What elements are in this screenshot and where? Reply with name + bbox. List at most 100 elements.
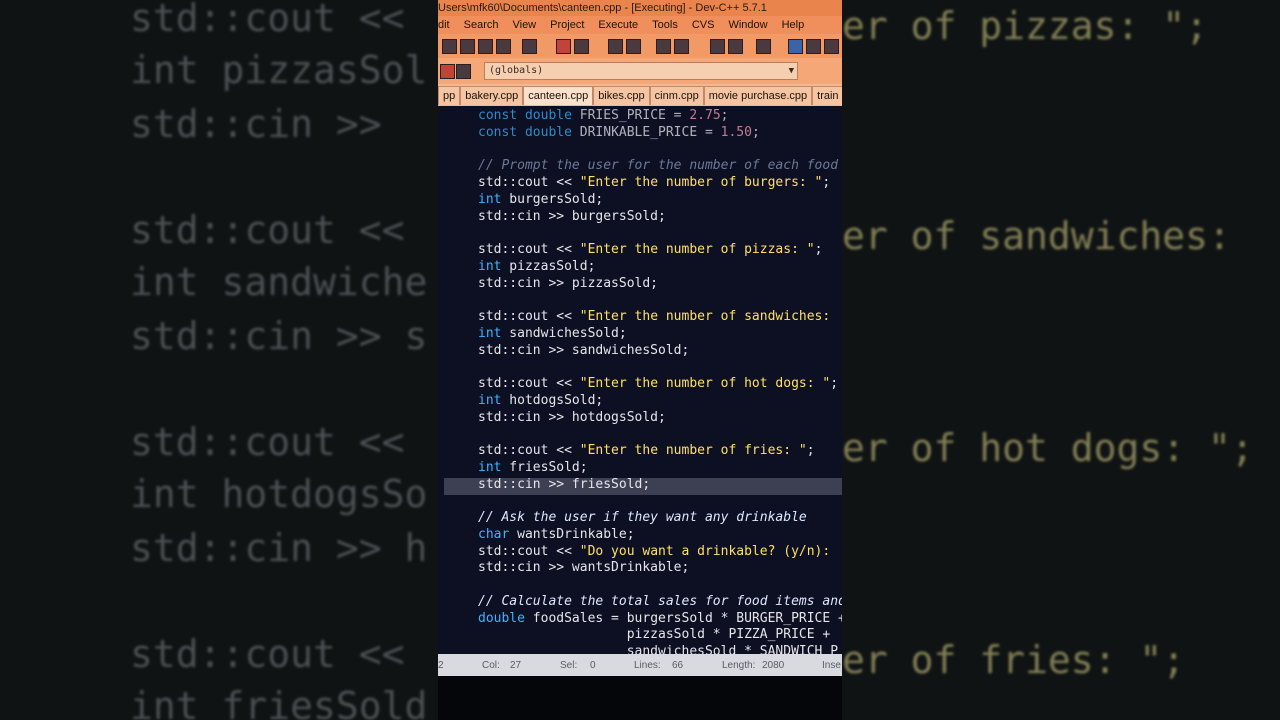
code-line: std::cout << "Do you want a drinkable? (… (478, 543, 839, 559)
replace-icon[interactable] (626, 39, 641, 54)
status-sel-label: Sel: (560, 660, 578, 671)
menu-project[interactable]: Project (550, 19, 584, 31)
bg-line: std::cin >> (130, 102, 405, 146)
code-line: int burgersSold; (478, 191, 604, 207)
bg-line: er of fries: "; (842, 638, 1186, 682)
menu-window[interactable]: Window (728, 19, 767, 31)
code-line: int sandwichesSold; (478, 325, 627, 341)
bg-line: int hotdogsSo (130, 472, 428, 516)
tab-bikes[interactable]: bikes.cpp (593, 86, 650, 105)
bg-line: std::cout << (130, 208, 405, 252)
status-sel: 0 (590, 660, 596, 671)
code-editor[interactable]: const double FRIES_PRICE = 2.75; const do… (438, 106, 842, 654)
tab-movie-purchase[interactable]: movie purchase.cpp (703, 86, 813, 105)
search-icon[interactable] (608, 39, 623, 54)
background-code-right: er of pizzas: "; er of sandwiches: er of… (842, 0, 1280, 720)
code-line: const double DRINKABLE_PRICE = 1.50; (478, 124, 760, 140)
indent-icon[interactable] (656, 39, 671, 54)
status-insert-mode: Inse (822, 660, 841, 671)
bg-line: int pizzasSol (130, 48, 428, 92)
code-line: int pizzasSold; (478, 258, 596, 274)
code-line: sandwichesSold * SANDWICH_P (478, 644, 839, 654)
globals-value: (globals) (489, 65, 544, 76)
globals-dropdown[interactable]: (globals) ▼ (484, 62, 798, 80)
status-length-label: Length: (722, 660, 756, 671)
tab-canteen[interactable]: canteen.cpp (523, 86, 594, 105)
print-icon[interactable] (522, 39, 537, 54)
code-line: std::cin >> burgersSold; (478, 208, 666, 224)
redo-icon[interactable] (574, 39, 589, 54)
status-length: 2080 (762, 660, 785, 671)
undo-icon[interactable] (556, 39, 571, 54)
code-line: std::cout << "Enter the number of fries:… (478, 443, 815, 458)
code-line: std::cin >> wantsDrinkable; (478, 560, 690, 576)
code-line: std::cout << "Enter the number of hot do… (478, 376, 839, 391)
window-title: Users\mfk60\Documents\canteen.cpp - [Exe… (438, 0, 842, 16)
bg-line: er of hot dogs: "; (842, 426, 1254, 470)
menu-bar: dit Search View Project Execute Tools CVS Windo… (438, 16, 842, 34)
menu-cvs[interactable]: CVS (692, 19, 715, 31)
chevron-down-icon: ▼ (788, 66, 794, 76)
save-icon[interactable] (478, 39, 493, 54)
code-line: std::cout << "Enter the number of burger… (478, 175, 831, 190)
project-icon[interactable] (788, 39, 803, 54)
ide-window: Users\mfk60\Documents\canteen.cpp - [Exe… (438, 0, 842, 720)
save-all-icon[interactable] (496, 39, 511, 54)
status-line: 2 (438, 660, 444, 671)
code-line: pizzasSold * PIZZA_PRICE + (478, 627, 831, 643)
class-toolbar: (globals) ▼ (438, 58, 842, 84)
menu-tools[interactable]: Tools (652, 19, 678, 31)
code-line: double foodSales = burgersSold * BURGER_… (478, 610, 842, 626)
code-line: std::cin >> sandwichesSold; (478, 342, 690, 358)
background-code-left: std::cout << int pizzasSol std::cin >> s… (0, 0, 438, 720)
code-line: std::cin >> pizzasSold; (478, 275, 659, 291)
tab-train-route[interactable]: train rou (812, 86, 842, 105)
code-line: char wantsDrinkable; (478, 526, 635, 542)
bg-line: std::cout << (130, 420, 405, 464)
bg-line: std::cout << (130, 0, 405, 40)
bg-line: er of sandwiches: (842, 214, 1231, 258)
status-lines: 66 (672, 660, 684, 671)
compile-icon[interactable] (710, 39, 725, 54)
code-line: std::cin >> hotdogsSold; (478, 409, 666, 425)
bg-line: std::cin >> s (130, 314, 428, 358)
tab-bakery[interactable]: bakery.cpp (460, 86, 524, 105)
code-line: std::cin >> friesSold; (478, 476, 651, 492)
open-file-icon[interactable] (460, 39, 475, 54)
class-browser-icon[interactable] (456, 64, 471, 79)
code-line: const double FRIES_PRICE = 2.75; (478, 108, 729, 123)
code-line: // Ask the user if they want any drinkab… (478, 510, 807, 525)
code-line: int friesSold; (478, 459, 588, 475)
status-bar: 2 Col: 27 Sel: 0 Lines: 66 Length: 2080 … (438, 654, 842, 676)
menu-view[interactable]: View (512, 19, 536, 31)
menu-help[interactable]: Help (782, 19, 805, 31)
code-line: // Calculate the total sales for food it… (478, 593, 842, 609)
debug-icon[interactable] (756, 39, 771, 54)
taskbar-area (438, 676, 842, 720)
menu-execute[interactable]: Execute (598, 19, 638, 31)
status-col: 27 (510, 660, 522, 671)
status-col-label: Col: (482, 660, 500, 671)
menu-search[interactable]: Search (464, 19, 499, 31)
options-icon[interactable] (806, 39, 821, 54)
tab-partial[interactable]: pp (438, 86, 461, 105)
bg-line: int friesSold (130, 684, 428, 720)
bg-line: er of pizzas: "; (842, 4, 1209, 48)
code-line: // Prompt the user for the number of eac… (478, 158, 839, 174)
bg-line: std::cout << (130, 632, 405, 676)
menu-edit[interactable]: dit (438, 19, 450, 31)
new-file-icon[interactable] (442, 39, 457, 54)
code-line: std::cout << "Enter the number of pizzas… (478, 242, 823, 257)
new-class-icon[interactable] (440, 64, 455, 79)
run-icon[interactable] (728, 39, 743, 54)
close-icon[interactable] (824, 39, 839, 54)
bg-line: std::cin >> h (130, 526, 428, 570)
file-tabs: pp bakery.cpp canteen.cpp bikes.cpp cinm.cpp… (438, 84, 842, 106)
code-line: std::cout << "Enter the number of sandwi… (478, 309, 839, 324)
unindent-icon[interactable] (674, 39, 689, 54)
status-lines-label: Lines: (634, 660, 661, 671)
toolbar (438, 34, 842, 58)
tab-cinm[interactable]: cinm.cpp (649, 86, 704, 105)
code-line: int hotdogsSold; (478, 392, 604, 408)
bg-line: int sandwiche (130, 260, 428, 304)
